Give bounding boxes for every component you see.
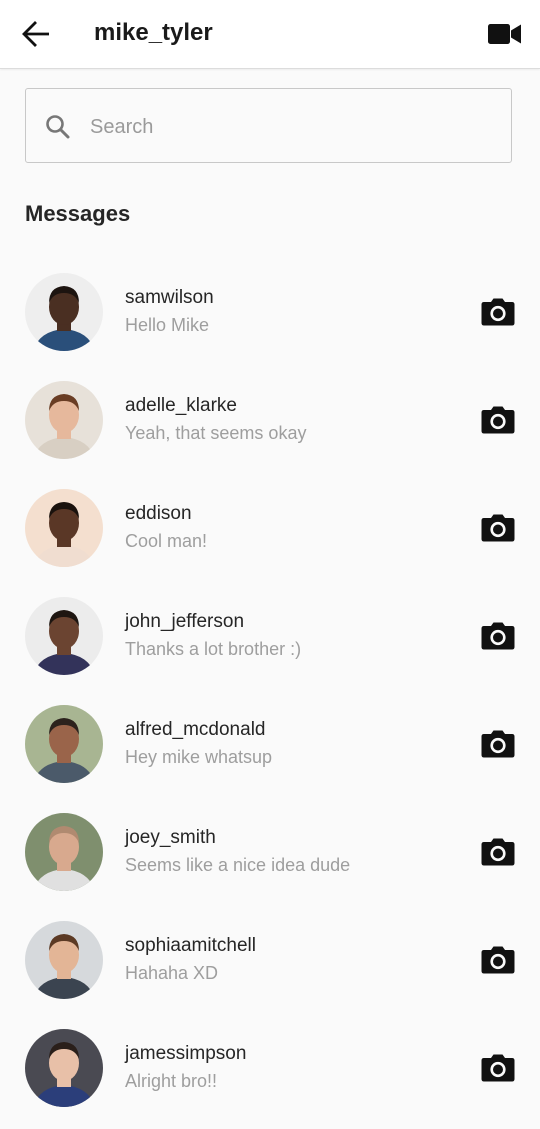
camera-icon bbox=[481, 514, 515, 542]
message-preview: Thanks a lot brother :) bbox=[125, 639, 302, 659]
message-preview: Hey mike whatsup bbox=[125, 747, 273, 767]
message-username: jamessimpson bbox=[125, 1043, 247, 1064]
arrow-left-icon bbox=[22, 21, 49, 47]
camera-button[interactable] bbox=[478, 294, 518, 330]
message-row[interactable]: samwilson Hello Mike bbox=[0, 256, 540, 364]
message-username: samwilson bbox=[125, 287, 214, 308]
message-preview: Hahaha XD bbox=[125, 963, 219, 983]
avatar[interactable] bbox=[25, 381, 103, 459]
camera-button[interactable] bbox=[478, 942, 518, 978]
message-username: sophiaamitchell bbox=[125, 935, 256, 956]
camera-button[interactable] bbox=[478, 726, 518, 762]
camera-icon bbox=[481, 730, 515, 758]
avatar-image bbox=[25, 1029, 103, 1107]
avatar-image bbox=[25, 813, 103, 891]
video-call-button[interactable] bbox=[484, 16, 526, 52]
camera-icon bbox=[481, 1054, 515, 1082]
avatar[interactable] bbox=[25, 273, 103, 351]
message-row[interactable]: eddison Cool man! bbox=[0, 472, 540, 580]
avatar[interactable] bbox=[25, 1029, 103, 1107]
avatar-image bbox=[25, 489, 103, 567]
avatar-image bbox=[25, 921, 103, 999]
message-row[interactable]: jamessimpson Alright bro!! bbox=[0, 1012, 540, 1120]
avatar[interactable] bbox=[25, 705, 103, 783]
message-preview: Seems like a nice idea dude bbox=[125, 855, 351, 875]
avatar-image bbox=[25, 273, 103, 351]
camera-icon bbox=[481, 622, 515, 650]
avatar-image bbox=[25, 381, 103, 459]
message-row[interactable]: adelle_klarke Yeah, that seems okay bbox=[0, 364, 540, 472]
avatar-image bbox=[25, 705, 103, 783]
camera-button[interactable] bbox=[478, 834, 518, 870]
avatar[interactable] bbox=[25, 597, 103, 675]
camera-icon bbox=[481, 406, 515, 434]
avatar-image bbox=[25, 597, 103, 675]
message-preview: Hello Mike bbox=[125, 315, 210, 335]
message-row[interactable]: joey_smith Seems like a nice idea dude bbox=[0, 796, 540, 904]
avatar[interactable] bbox=[25, 489, 103, 567]
message-username: john_jefferson bbox=[125, 611, 245, 632]
search-input[interactable] bbox=[88, 103, 492, 151]
message-username: alfred_mcdonald bbox=[125, 719, 266, 740]
message-username: joey_smith bbox=[125, 827, 216, 848]
camera-icon bbox=[481, 946, 515, 974]
message-username: eddison bbox=[125, 503, 192, 524]
avatar[interactable] bbox=[25, 813, 103, 891]
message-preview: Cool man! bbox=[125, 531, 208, 551]
message-username: adelle_klarke bbox=[125, 395, 237, 416]
search-box[interactable] bbox=[25, 88, 512, 163]
camera-icon bbox=[481, 838, 515, 866]
search-icon bbox=[46, 115, 70, 139]
back-button[interactable] bbox=[14, 14, 58, 54]
message-list: samwilson Hello Mike adelle_klarke Yeah,… bbox=[0, 256, 540, 1120]
video-camera-icon bbox=[488, 24, 521, 44]
messages-heading: Messages bbox=[25, 201, 131, 226]
app-bar: mike_tyler bbox=[0, 0, 540, 69]
message-row[interactable]: sophiaamitchell Hahaha XD bbox=[0, 904, 540, 1012]
camera-button[interactable] bbox=[478, 1050, 518, 1086]
camera-icon bbox=[481, 298, 515, 326]
message-row[interactable]: john_jefferson Thanks a lot brother :) bbox=[0, 580, 540, 688]
page-title: mike_tyler bbox=[94, 19, 213, 46]
message-row[interactable]: alfred_mcdonald Hey mike whatsup bbox=[0, 688, 540, 796]
message-preview: Alright bro!! bbox=[125, 1071, 218, 1091]
avatar[interactable] bbox=[25, 921, 103, 999]
camera-button[interactable] bbox=[478, 402, 518, 438]
camera-button[interactable] bbox=[478, 618, 518, 654]
message-preview: Yeah, that seems okay bbox=[125, 423, 307, 443]
camera-button[interactable] bbox=[478, 510, 518, 546]
